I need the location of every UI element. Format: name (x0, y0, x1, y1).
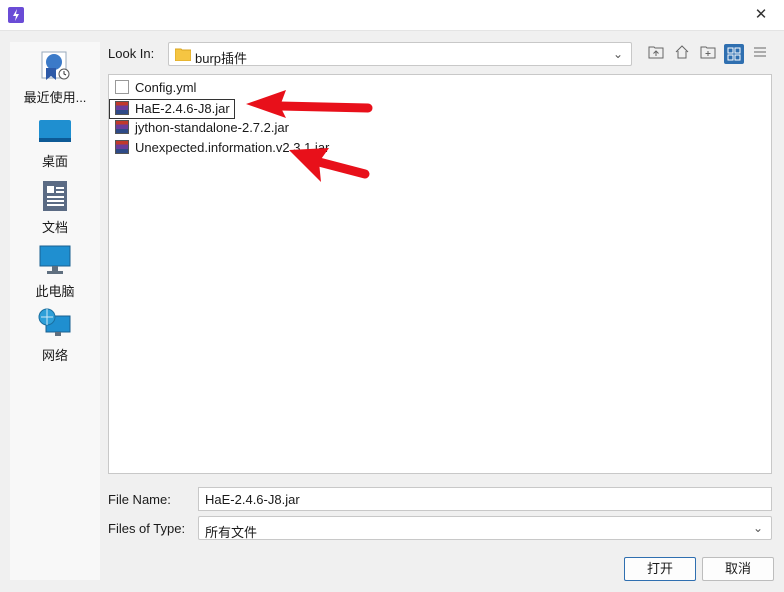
app-icon (8, 7, 24, 23)
list-item[interactable]: Unexpected.information.v2.3.1.jar (115, 139, 329, 157)
look-in-value: burp插件 (195, 51, 248, 66)
place-recent[interactable]: 最近使用... (10, 50, 100, 106)
file-name-label: File Name: (108, 492, 171, 507)
list-view-icon (727, 47, 741, 61)
place-label: 最近使用... (23, 90, 87, 105)
jar-file-icon (115, 101, 129, 115)
details-view-button[interactable] (750, 45, 770, 63)
file-type-label: Files of Type: (108, 521, 186, 536)
places-sidebar: 最近使用... 桌面 文档 此电脑 网络 (10, 42, 100, 580)
new-folder-button[interactable] (698, 45, 718, 63)
place-label: 网络 (41, 348, 68, 363)
text-file-icon (115, 80, 129, 94)
details-view-icon (754, 47, 766, 57)
new-folder-icon (700, 46, 716, 59)
chevron-down-icon: ⌄ (612, 47, 623, 61)
computer-icon (39, 245, 71, 274)
network-icon (38, 308, 71, 336)
place-label: 此电脑 (35, 284, 75, 299)
cancel-button[interactable]: 取消 (702, 557, 774, 581)
list-item[interactable]: Config.yml (115, 79, 196, 97)
jar-file-icon (115, 120, 129, 134)
file-list[interactable]: Config.yml HaE-2.4.6-J8.jar jython-stand… (108, 74, 772, 474)
place-documents[interactable]: 文档 (10, 180, 100, 236)
list-item[interactable]: jython-standalone-2.7.2.jar (115, 119, 289, 137)
home-icon (675, 45, 689, 59)
chevron-down-icon: ⌄ (752, 521, 763, 535)
file-name: jython-standalone-2.7.2.jar (135, 120, 289, 135)
file-name-field[interactable]: HaE-2.4.6-J8.jar (198, 487, 772, 511)
up-folder-button[interactable] (646, 45, 666, 63)
place-label: 桌面 (41, 154, 68, 169)
place-desktop[interactable]: 桌面 (10, 118, 100, 170)
file-name: Config.yml (135, 80, 197, 95)
home-button[interactable] (672, 45, 692, 63)
look-in-dropdown[interactable]: burp插件 ⌄ (168, 42, 632, 66)
file-type-value: 所有文件 (205, 525, 258, 540)
close-button[interactable]: ✕ (752, 6, 770, 24)
place-this-pc[interactable]: 此电脑 (10, 244, 100, 300)
desktop-icon (39, 120, 71, 142)
recent-icon (41, 51, 70, 80)
file-type-dropdown[interactable]: 所有文件 ⌄ (198, 516, 772, 540)
title-bar: ✕ (0, 0, 784, 31)
file-name: Unexpected.information.v2.3.1.jar (135, 140, 330, 155)
look-in-label: Look In: (108, 46, 155, 61)
place-label: 文档 (41, 220, 68, 235)
place-network[interactable]: 网络 (10, 308, 100, 364)
jar-file-icon (115, 140, 129, 154)
list-view-button[interactable] (724, 44, 744, 64)
open-button[interactable]: 打开 (624, 557, 696, 581)
documents-icon (43, 181, 67, 211)
up-folder-icon (648, 46, 664, 59)
file-name: HaE-2.4.6-J8.jar (135, 101, 230, 116)
list-item-selected[interactable]: HaE-2.4.6-J8.jar (109, 99, 235, 119)
folder-icon (175, 48, 191, 61)
